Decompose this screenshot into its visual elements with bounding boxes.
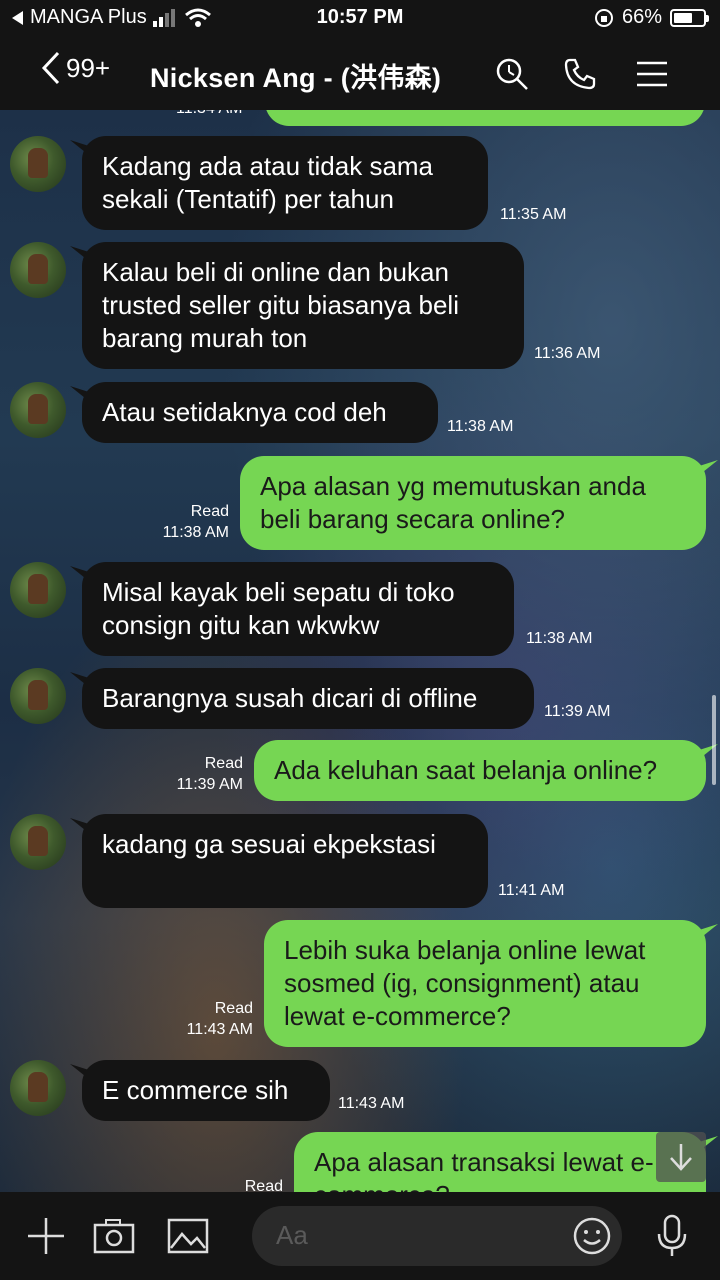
chat-header: 99+ Nicksen Ang - (洪伟森) bbox=[0, 38, 720, 110]
menu-icon bbox=[637, 61, 667, 87]
scrollbar[interactable] bbox=[712, 695, 716, 785]
camera-icon bbox=[93, 1219, 135, 1254]
message-bubble-outgoing[interactable]: Ada keluhan saat belanja online? bbox=[254, 740, 706, 801]
avatar[interactable] bbox=[10, 1060, 66, 1116]
message-bubble-outgoing[interactable] bbox=[265, 110, 705, 126]
plus-icon bbox=[28, 1218, 64, 1254]
orientation-lock-icon bbox=[594, 8, 613, 27]
gallery-button[interactable] bbox=[166, 1214, 210, 1258]
read-receipt: Read bbox=[244, 1178, 283, 1192]
read-receipt: Read bbox=[204, 755, 243, 772]
message-bubble-incoming[interactable]: E commerce sih bbox=[82, 1060, 330, 1121]
message-bubble-incoming[interactable]: Kalau beli di online dan bukan trusted s… bbox=[82, 242, 524, 369]
emoji-icon bbox=[573, 1217, 611, 1255]
avatar[interactable] bbox=[10, 668, 66, 724]
message-time: 11:38 AM bbox=[526, 630, 593, 647]
read-receipt: Read bbox=[190, 503, 229, 520]
unread-count: 99+ bbox=[66, 52, 111, 83]
message-bubble-incoming[interactable]: Atau setidaknya cod deh bbox=[82, 382, 438, 443]
menu-button[interactable] bbox=[632, 54, 672, 94]
message-time: 11:38 AM bbox=[162, 524, 229, 541]
message-time: 11:39 AM bbox=[544, 703, 611, 720]
microphone-icon bbox=[657, 1214, 687, 1256]
message-bubble-outgoing[interactable]: Apa alasan yg memutuskan anda beli baran… bbox=[240, 456, 706, 550]
status-right: 66% bbox=[594, 6, 709, 29]
message-time: 11:43 AM bbox=[338, 1095, 405, 1112]
battery-icon bbox=[670, 8, 709, 27]
message-bubble-outgoing[interactable]: Apa alasan transaksi lewat e-commerce? bbox=[294, 1132, 706, 1192]
contact-name[interactable]: Nicksen Ang - (洪伟森) bbox=[150, 56, 441, 95]
voice-button[interactable] bbox=[650, 1214, 694, 1258]
message-bubble-incoming[interactable]: Kadang ada atau tidak sama sekali (Tenta… bbox=[82, 136, 488, 230]
back-chevron-icon bbox=[41, 51, 60, 85]
status-bar: MANGA Plus 10:57 PM 66% bbox=[0, 0, 720, 38]
phone-icon bbox=[564, 58, 596, 90]
camera-button[interactable] bbox=[92, 1214, 136, 1258]
avatar[interactable] bbox=[10, 136, 66, 192]
emoji-button[interactable] bbox=[570, 1214, 614, 1258]
call-button[interactable] bbox=[560, 54, 600, 94]
avatar[interactable] bbox=[10, 382, 66, 438]
message-time: 11:36 AM bbox=[534, 345, 601, 362]
arrow-down-icon bbox=[670, 1144, 692, 1171]
add-button[interactable] bbox=[24, 1214, 68, 1258]
composer-bar: Aa bbox=[0, 1192, 720, 1280]
message-time: 11:39 AM bbox=[176, 776, 243, 793]
battery-fill bbox=[674, 12, 692, 23]
scroll-to-bottom-button[interactable] bbox=[656, 1132, 706, 1182]
message-bubble-incoming[interactable]: kadang ga sesuai ekpekstasi bbox=[82, 814, 488, 908]
search-button[interactable] bbox=[492, 54, 532, 94]
search-icon bbox=[496, 58, 528, 90]
message-bubble-incoming[interactable]: Barangnya susah dicari di offline bbox=[82, 668, 534, 729]
message-time: 11:35 AM bbox=[500, 206, 567, 223]
read-receipt: Read bbox=[214, 1000, 253, 1017]
message-time: 11:43 AM bbox=[186, 1021, 253, 1038]
avatar[interactable] bbox=[10, 814, 66, 870]
bubble-tail bbox=[698, 924, 718, 940]
message-input[interactable]: Aa bbox=[252, 1206, 622, 1266]
back-button[interactable]: 99+ bbox=[40, 50, 110, 86]
message-time: 11:38 AM bbox=[447, 418, 514, 435]
battery-percent: 66% bbox=[621, 6, 662, 28]
message-time: 11:34 AM bbox=[176, 110, 256, 119]
message-bubble-incoming[interactable]: Misal kayak beli sepatu di toko consign … bbox=[82, 562, 514, 656]
message-input-placeholder: Aa bbox=[276, 1220, 308, 1250]
image-icon bbox=[167, 1218, 209, 1254]
message-time: 11:41 AM bbox=[498, 882, 565, 899]
chat-area[interactable]: 11:34 AM Kadang ada atau tidak sama seka… bbox=[0, 110, 720, 1192]
message-bubble-outgoing[interactable]: Lebih suka belanja online lewat sosmed (… bbox=[264, 920, 706, 1047]
avatar[interactable] bbox=[10, 242, 66, 298]
avatar[interactable] bbox=[10, 562, 66, 618]
